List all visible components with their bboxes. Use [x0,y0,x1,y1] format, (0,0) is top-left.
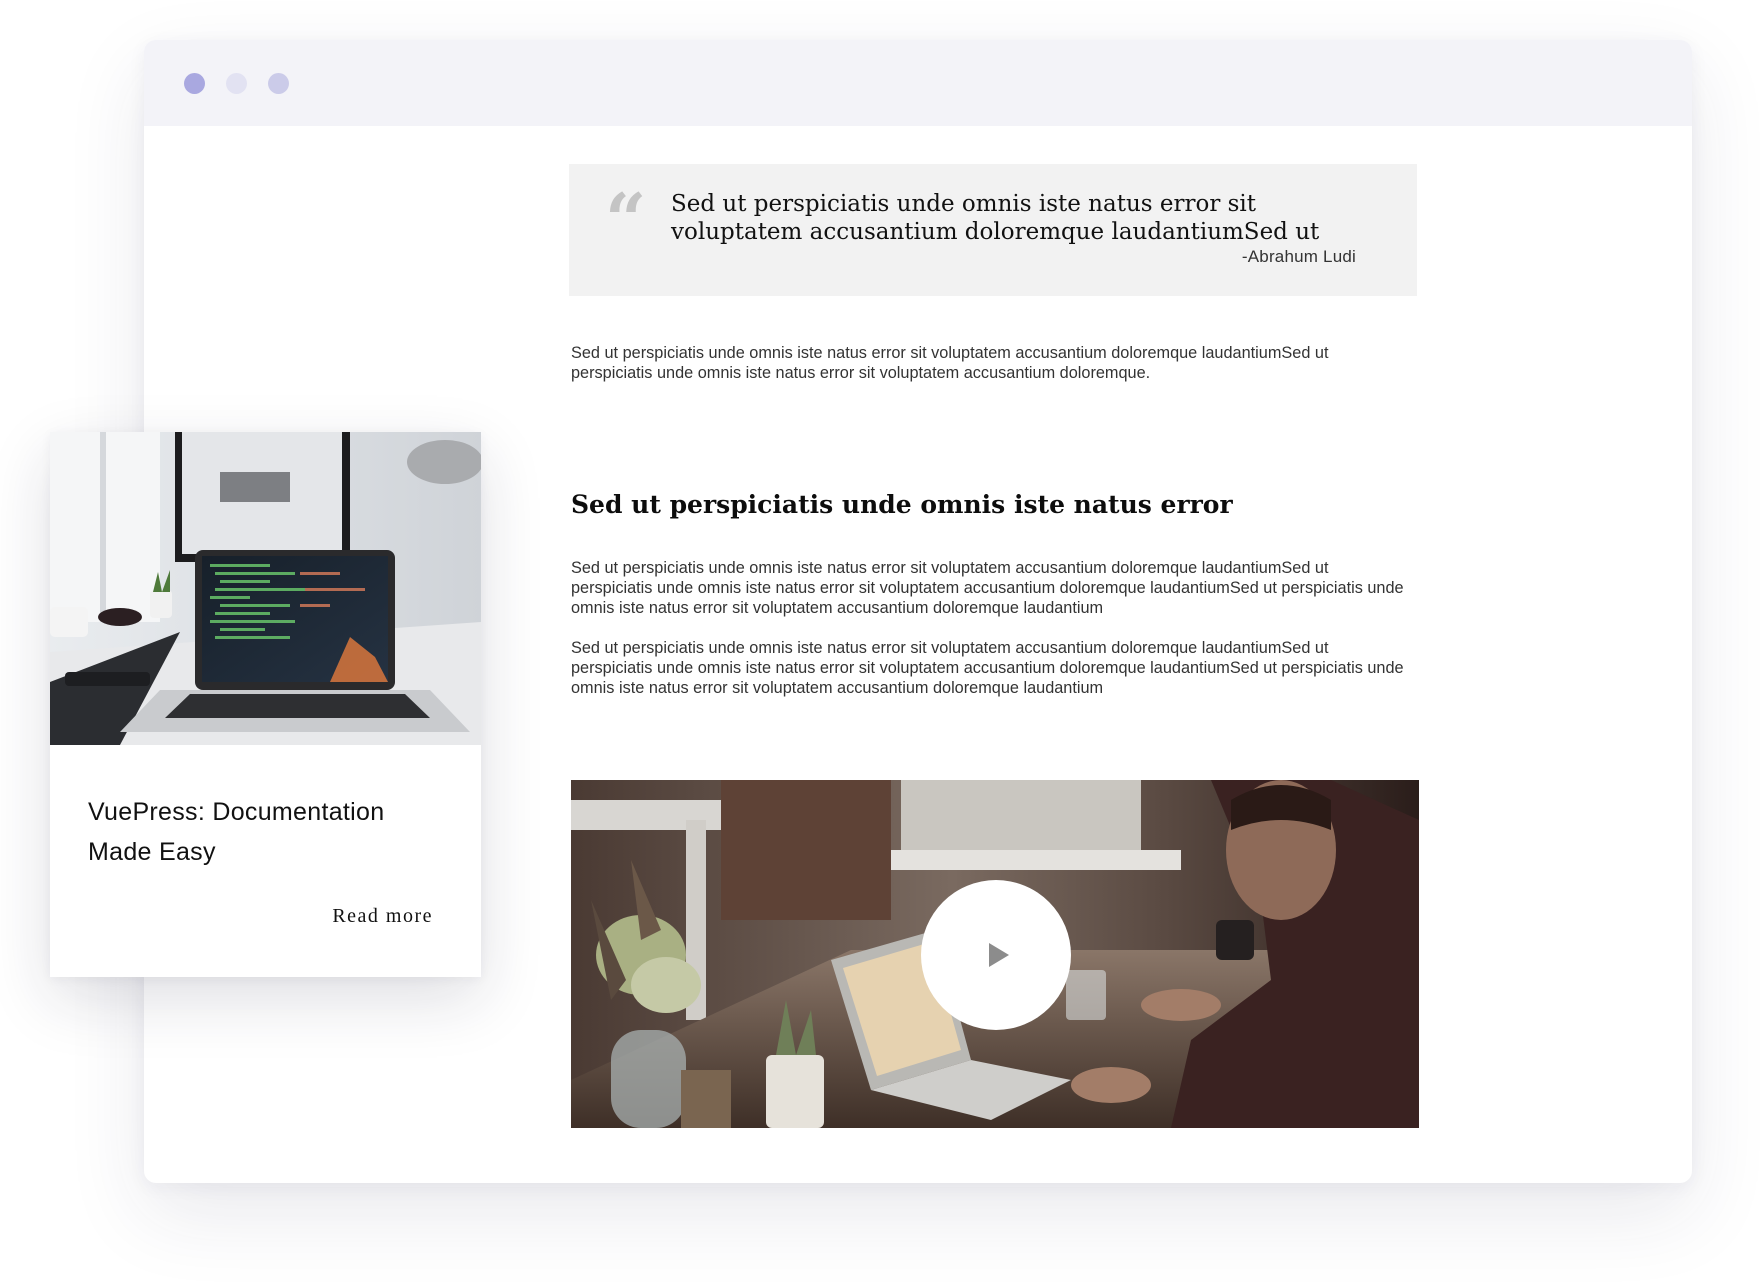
page: “ Sed ut perspiciatis unde omnis iste na… [0,0,1760,1282]
quote-mark-icon: “ [605,177,647,262]
laptop-desk-photo-icon [50,432,481,745]
body-paragraph-2: Sed ut perspiciatis unde omnis iste natu… [571,639,1404,697]
quote-author: -Abrahum Ludi [1241,247,1356,266]
body-paragraph-1: Sed ut perspiciatis unde omnis iste natu… [571,559,1404,617]
maximize-dot-icon[interactable] [268,73,289,94]
play-icon [989,943,1009,967]
minimize-dot-icon[interactable] [226,73,247,94]
card-title[interactable]: VuePress: Documentation Made Easy [88,792,448,872]
video-player[interactable] [571,780,1419,1128]
blockquote: “ Sed ut perspiciatis unde omnis iste na… [569,164,1417,296]
read-more-link[interactable]: Read more [332,905,433,928]
play-button[interactable] [921,880,1071,1030]
blog-card[interactable]: VuePress: Documentation Made Easy Read m… [50,432,481,977]
window-titlebar [144,40,1692,126]
article-heading: Sed ut perspiciatis unde omnis iste natu… [571,490,1233,519]
intro-paragraph: Sed ut perspiciatis unde omnis iste natu… [571,344,1329,382]
close-dot-icon[interactable] [184,73,205,94]
quote-text: Sed ut perspiciatis unde omnis iste natu… [671,191,1320,245]
